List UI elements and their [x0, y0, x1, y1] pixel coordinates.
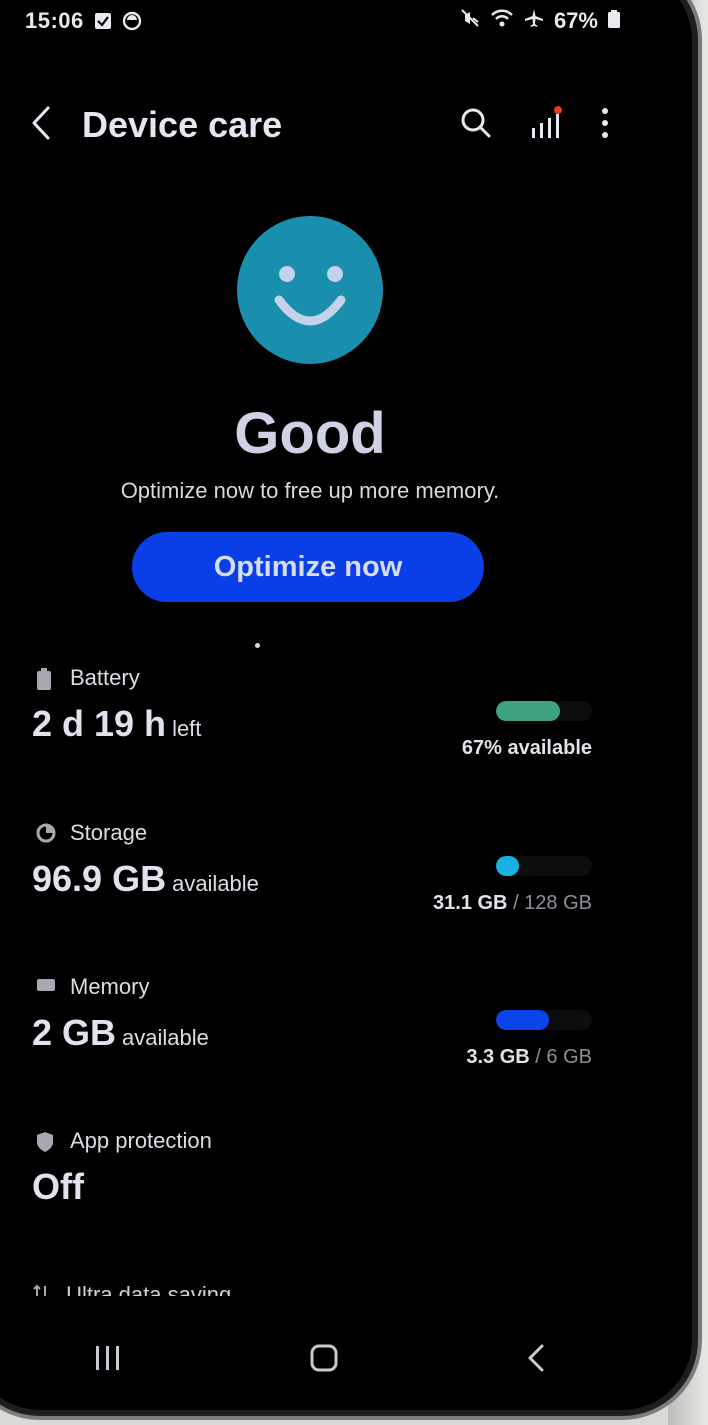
optimize-now-button[interactable]: Optimize now [132, 532, 484, 602]
search-icon[interactable] [460, 107, 492, 144]
battery-value: 2 d 19 h left [32, 703, 201, 745]
back-icon[interactable] [30, 106, 52, 145]
status-face-icon [237, 216, 383, 364]
storage-unit: available [172, 871, 259, 896]
memory-bar-fill [496, 1010, 549, 1030]
battery-status: 67% available [462, 737, 592, 760]
storage-bar-fill [496, 856, 520, 876]
memory-used: 3.3 GB [466, 1046, 530, 1068]
memory-chip-icon [36, 977, 56, 998]
memory-item[interactable]: Memory 2 GB available 3.3 GB / 6 GB [32, 974, 592, 1094]
battery-bar [496, 701, 592, 721]
shield-icon [36, 1131, 54, 1158]
circle-app-icon [122, 11, 142, 31]
navigation-bar [0, 1320, 640, 1400]
storage-pie-icon [36, 823, 56, 848]
memory-value: 2 GB available [32, 1012, 209, 1054]
battery-small-icon [36, 668, 52, 695]
app-protection-label: App protection [70, 1128, 212, 1153]
battery-available: 67% available [461, 737, 592, 759]
battery-label: Battery [70, 665, 140, 690]
recent-apps-icon[interactable] [94, 1345, 122, 1376]
status-message: Optimize now to free up more memory. [120, 478, 500, 503]
back-nav-icon[interactable] [526, 1343, 546, 1378]
memory-amount: 2 GB [32, 1012, 117, 1053]
battery-icon [608, 8, 620, 34]
app-bar-actions [460, 105, 610, 145]
storage-usage: 31.1 GB / 128 GB [433, 892, 592, 915]
status-time: 15:06 [25, 8, 84, 33]
airplane-icon [524, 8, 544, 34]
memory-label: Memory [70, 974, 150, 999]
storage-used: 31.1 GB [433, 892, 508, 914]
memory-bar [496, 1010, 592, 1030]
wifi-icon [490, 8, 514, 34]
status-label: Good [234, 401, 386, 466]
home-icon[interactable] [309, 1343, 339, 1378]
data-saving-icon [32, 1282, 60, 1296]
memory-total: / 6 GB [535, 1046, 592, 1068]
screen: 15:06 67% Device care Good Optimize now … [0, 0, 660, 1400]
battery-unit: left [172, 716, 202, 741]
app-bar: Device care [30, 100, 610, 150]
battery-percent: 67% [553, 8, 598, 33]
storage-amount: 96.9 GB [32, 858, 167, 899]
page-title: Device care [82, 104, 283, 145]
more-icon[interactable] [600, 107, 610, 144]
storage-total: / 128 GB [513, 892, 592, 914]
storage-value: 96.9 GB available [32, 858, 259, 900]
page-indicator-dot [255, 643, 260, 648]
storage-bar [496, 856, 592, 876]
battery-time: 2 d 19 h [32, 703, 167, 744]
phone-frame: 15:06 67% Device care Good Optimize now … [0, 0, 692, 1410]
memory-unit: available [122, 1025, 209, 1050]
battery-bar-fill [496, 701, 561, 721]
ultra-data-saving-label: Ultra data saving [66, 1282, 232, 1296]
battery-item[interactable]: Battery 2 d 19 h left 67% available [32, 665, 592, 785]
ultra-data-saving-item[interactable]: Ultra data saving [32, 1282, 231, 1296]
signal-icon[interactable] [530, 105, 562, 145]
status-bar: 15:06 67% [25, 6, 620, 36]
storage-label: Storage [70, 820, 148, 845]
mute-icon [460, 8, 480, 34]
storage-item[interactable]: Storage 96.9 GB available 31.1 GB / 128 G… [32, 820, 592, 940]
memory-usage: 3.3 GB / 6 GB [466, 1046, 592, 1069]
app-protection-item[interactable]: App protection Off [32, 1128, 592, 1248]
checkbox-icon [94, 12, 112, 30]
app-protection-value: Off [32, 1166, 84, 1207]
